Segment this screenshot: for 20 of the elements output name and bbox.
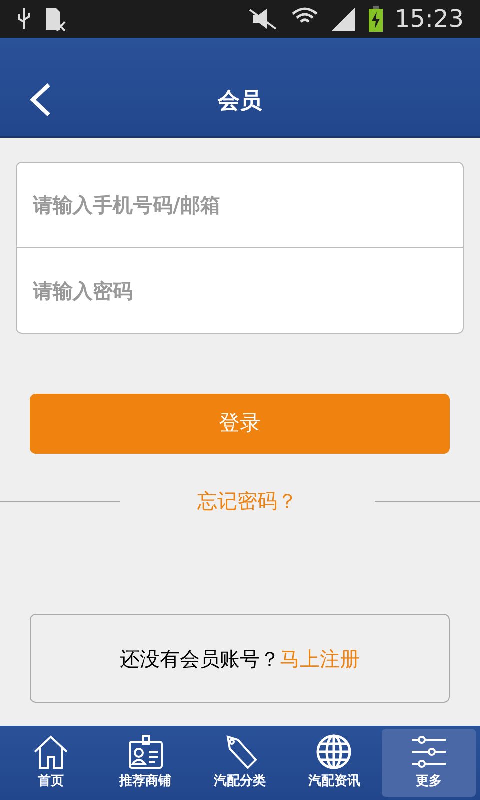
tab-item[interactable]: 更多 <box>382 729 476 797</box>
sliders-icon <box>410 734 447 770</box>
clock-time: 15:23 <box>394 4 464 35</box>
globe-icon <box>316 734 352 770</box>
tab-item[interactable]: 首页 <box>4 729 98 797</box>
tab-item[interactable]: 推荐商铺 <box>98 729 193 797</box>
mute-icon <box>246 7 279 31</box>
id-card-icon <box>128 734 164 770</box>
battery-icon <box>368 6 383 32</box>
account-field[interactable]: 请输入手机号码/邮箱 <box>16 162 464 248</box>
register-prompt: 还没有会员账号？ <box>120 646 280 672</box>
usb-icon <box>16 7 32 31</box>
back-icon <box>29 83 51 117</box>
page-title: 会员 <box>218 88 262 116</box>
house-icon <box>33 734 70 770</box>
tab-item[interactable]: 汽配分类 <box>192 729 288 797</box>
tab-item[interactable]: 汽配资讯 <box>287 729 382 797</box>
sim-card-icon <box>44 6 66 32</box>
signal-icon <box>330 7 357 31</box>
password-field[interactable]: 请输入密码 <box>16 248 464 334</box>
